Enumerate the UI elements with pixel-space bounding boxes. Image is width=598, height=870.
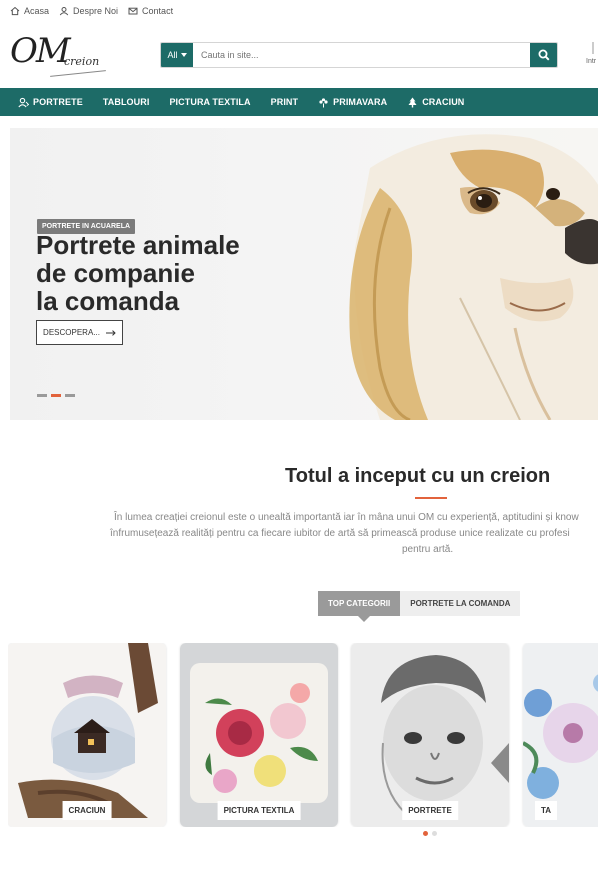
carousel-dot-active[interactable] xyxy=(423,831,428,836)
carousel-pagination xyxy=(423,831,437,836)
nav-label: PORTRETE xyxy=(33,97,83,107)
painted-pillow-image xyxy=(180,643,338,827)
search-icon xyxy=(538,49,550,61)
hero-title: Portrete animale de companie la comanda xyxy=(36,231,296,315)
hero-slider[interactable]: PORTRETE IN ACUARELA Portrete animale de… xyxy=(10,128,598,420)
nav-item-primavara[interactable]: PRIMAVARA xyxy=(318,97,387,108)
logo-underline xyxy=(50,70,106,77)
login-link-partial[interactable]: Intr xyxy=(586,58,596,65)
top-links-bar: Acasa Despre Noi Contact xyxy=(0,0,598,22)
home-link[interactable]: Acasa xyxy=(10,6,49,16)
intro-divider xyxy=(415,497,447,499)
flower-icon xyxy=(319,97,328,107)
nav-item-craciun[interactable]: CRACIUN xyxy=(407,97,464,108)
logo-main-text: OM xyxy=(10,31,71,71)
hero-title-line-1: Portrete animale xyxy=(36,230,240,260)
slider-pagination xyxy=(37,394,75,397)
category-card-pictura-textila[interactable]: PICTURA TEXTILA xyxy=(180,643,338,827)
tree-icon xyxy=(408,97,417,107)
intro-line-1: În lumea creației creionul este o unealt… xyxy=(114,512,579,523)
mail-icon xyxy=(128,7,138,15)
intro-heading: Totul a inceput cu un creion xyxy=(285,465,551,487)
logo-sub-text: creion xyxy=(64,55,100,68)
nav-label: PRIMAVARA xyxy=(333,97,388,107)
nav-item-portrete[interactable]: PORTRETE xyxy=(18,97,83,108)
intro-paragraph: În lumea creației creionul este o unealt… xyxy=(100,510,598,558)
nav-item-print[interactable]: PRINT xyxy=(271,97,299,107)
category-tabs: TOP CATEGORII PORTRETE LA COMANDA xyxy=(318,591,521,622)
portrait-icon xyxy=(18,97,29,107)
floral-painting-image xyxy=(523,643,598,827)
category-card-label: PICTURA TEXTILA xyxy=(217,801,301,820)
category-card-partial[interactable]: TA xyxy=(523,643,598,827)
team-icon xyxy=(59,7,69,16)
search-input[interactable] xyxy=(193,43,530,67)
search-bar: All xyxy=(160,42,558,68)
tab-top-categorii[interactable]: TOP CATEGORII xyxy=(318,591,401,622)
arrow-right-icon xyxy=(105,329,116,336)
nav-item-tablouri[interactable]: TABLOURI xyxy=(103,97,150,107)
search-category-select[interactable]: All xyxy=(161,43,193,67)
nav-label: PRINT xyxy=(270,97,299,107)
about-link-label: Despre Noi xyxy=(73,6,119,16)
category-card-label: CRACIUN xyxy=(62,801,112,820)
nav-label: TABLOURI xyxy=(102,97,150,107)
category-card-label: PORTRETE xyxy=(402,801,458,820)
main-nav: PORTRETE TABLOURI PICTURA TEXTILA PRINT … xyxy=(0,88,598,116)
site-logo[interactable]: OM creion xyxy=(6,27,110,83)
account-icon-partial[interactable] xyxy=(592,42,594,54)
discover-button-label: DESCOPERA... xyxy=(43,328,100,337)
category-card-craciun[interactable]: CRACIUN xyxy=(8,643,166,827)
contact-link-label: Contact xyxy=(142,6,174,16)
home-icon xyxy=(10,6,20,16)
intro-line-2: înfrumusețează realități pentru ca fieca… xyxy=(110,528,570,539)
category-card-label: TA xyxy=(535,801,558,820)
nav-item-pictura-textila[interactable]: PICTURA TEXTILA xyxy=(169,97,250,107)
dog-watercolor-illustration xyxy=(349,134,598,420)
nav-label: CRACIUN xyxy=(422,97,465,107)
slider-dot[interactable] xyxy=(37,394,47,397)
category-card-portrete[interactable]: PORTRETE xyxy=(351,643,509,827)
nav-label: PICTURA TEXTILA xyxy=(169,97,251,107)
about-link[interactable]: Despre Noi xyxy=(59,6,118,16)
category-carousel: CRACIUN PICTURA TEXTILA PORTRETE TA xyxy=(8,643,598,827)
caret-down-icon xyxy=(180,53,187,57)
pencil-portrait-image xyxy=(351,643,509,827)
hero-title-line-3: la comanda xyxy=(36,286,180,316)
christmas-ornament-image xyxy=(8,643,166,827)
hero-title-line-2: de companie xyxy=(36,258,195,288)
search-button[interactable] xyxy=(530,43,557,67)
discover-button[interactable]: DESCOPERA... xyxy=(36,320,123,345)
contact-link[interactable]: Contact xyxy=(128,6,173,16)
search-category-label: All xyxy=(167,50,178,60)
site-header: OM creion All Intr xyxy=(0,22,598,88)
carousel-dot[interactable] xyxy=(432,831,437,836)
tab-portrete-la-comanda[interactable]: PORTRETE LA COMANDA xyxy=(400,591,521,616)
home-link-label: Acasa xyxy=(24,6,50,16)
slider-dot-active[interactable] xyxy=(51,394,61,397)
slider-dot[interactable] xyxy=(65,394,75,397)
intro-line-3: pentru artă. xyxy=(402,544,454,555)
